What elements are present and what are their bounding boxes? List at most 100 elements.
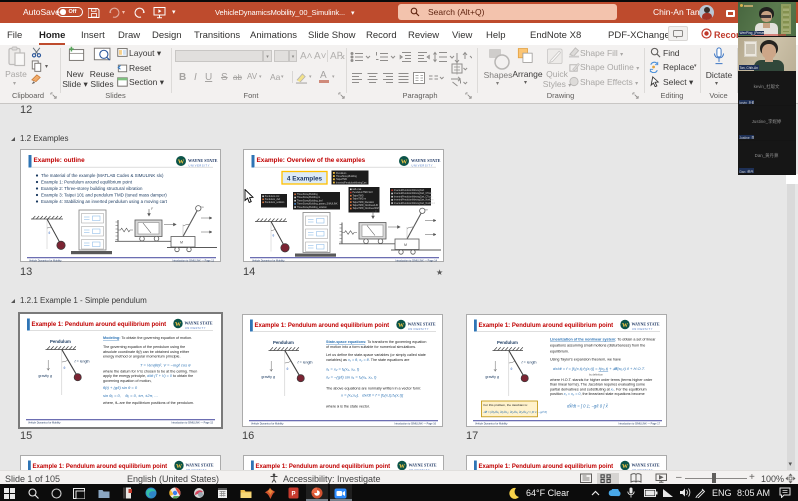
svg-text:WAYNE STATE: WAYNE STATE [632, 322, 660, 327]
svg-text:ThreeStoreyBuilding_solution: ThreeStoreyBuilding_solution [297, 206, 328, 209]
svg-text:Vehicle Dynamics for Mobility: Vehicle Dynamics for Mobility [29, 259, 62, 262]
svg-text:equilibrium.: equilibrium. [550, 350, 569, 354]
svg-text:PendulumTMD.SLX: PendulumTMD.SLX [353, 192, 374, 194]
svg-text:dx̃/dt = [ 0 1; −g/ℓ 0 ] x̃: dx̃/dt = [ 0 1; −g/ℓ 0 ] x̃ [567, 404, 609, 409]
svg-text:partial derivatives and substi: partial derivatives and substituting at … [550, 387, 647, 391]
svg-text:InvertedPendulumMovingCart_CTc: InvertedPendulumMovingCart_CTcals [394, 195, 433, 198]
svg-text:where H.O.T. stands for higher: where H.O.T. stands for higher order ter… [550, 378, 653, 382]
svg-text:Vehicle Dynamics for Mobility: Vehicle Dynamics for Mobility [252, 259, 285, 262]
svg-text:WAYNE STATE: WAYNE STATE [188, 158, 218, 163]
svg-text:position x₁ = x₂ = 0, the line: position x₁ = x₂ = 0, the linearized sta… [550, 392, 645, 396]
svg-text:Pendulum: Pendulum [273, 340, 294, 345]
svg-text:TaipeiTMD: TaipeiTMD [353, 195, 364, 197]
svg-text:m: m [201, 205, 204, 209]
svg-text:ℓ = length: ℓ = length [521, 361, 537, 365]
svg-text:ẋ₁ = x₂ = f₁(x₁, x₂, t): ẋ₁ = x₂ = f₁(x₁, x₂, t) [325, 367, 360, 372]
svg-text:Introduction to SIMULINK — P: Introduction to SIMULINK — Page 17 [618, 422, 660, 425]
svg-text:Pendulum_dwf: Pendulum_dwf [265, 199, 281, 201]
svg-text:Vehicle Dynamics for Mobility: Vehicle Dynamics for Mobility [251, 422, 284, 425]
svg-text:W: W [622, 323, 628, 329]
svg-text:TaipeiTMD.m: TaipeiTMD.m [353, 199, 367, 201]
svg-text:ℓ = length: ℓ = length [74, 360, 90, 364]
svg-text:Pendulum: Pendulum [336, 173, 346, 175]
svg-text:Example 1: Pendulum around equ: Example 1: Pendulum around equilibrium p… [41, 180, 133, 185]
svg-text:W: W [401, 159, 408, 166]
svg-text:Example 4: Stabilizing an inve: Example 4: Stabilizing an inverted pendu… [41, 199, 168, 204]
svg-text:M: M [404, 243, 407, 247]
svg-text:of motion into a form suitable: of motion into a form suitable for numer… [326, 345, 416, 349]
svg-text:F: F [151, 207, 154, 211]
svg-text:by definition: by definition [589, 372, 603, 376]
svg-text:For this problem, the Jacobian: For this problem, the Jacobian is: [484, 403, 528, 407]
svg-text:Pendulum: Pendulum [50, 339, 71, 344]
svg-text:Introduction to SIMULINK — P: Introduction to SIMULINK — Page 15 [171, 421, 213, 424]
svg-text:ẋ₂ = −(g/ℓ) sin x₁ = f₂(x₁, x: ẋ₂ = −(g/ℓ) sin x₁ = f₂(x₁, x₂, t) [325, 375, 377, 380]
svg-text:M: M [180, 241, 183, 245]
svg-text:InvertedPendulumMovingCart: InvertedPendulumMovingCart [336, 181, 367, 184]
svg-text:Linearization of the nonlinear: Linearization of the nonlinear system: T… [550, 338, 656, 342]
svg-text:WAYNE STATE: WAYNE STATE [632, 463, 660, 468]
svg-text:m: m [425, 208, 428, 212]
svg-text:Example 1: Pendulum around equ: Example 1: Pendulum around equilibrium p… [479, 323, 614, 329]
svg-text:UNIVERSITY: UNIVERSITY [189, 164, 211, 168]
svg-text:x = [x₁;x₂], dx/dt = f = [f₁: x = [x₁;x₂], dx/dt = f = [f₁(x,t);f₂(x,t… [340, 393, 404, 398]
svg-text:θ: θ [273, 234, 275, 238]
svg-text:equations assuming small motio: equations assuming small motions (distur… [550, 344, 645, 348]
svg-text:Example: Overview of the examp: Example: Overview of the examples [257, 157, 366, 164]
svg-text:UNIVERSITY: UNIVERSITY [632, 328, 653, 331]
svg-text:Introduction to SIMULINK — P: Introduction to SIMULINK — Page 13 [172, 259, 214, 262]
svg-text:Let us define the state-space: Let us define the state-space variables … [326, 353, 426, 357]
svg-text:P: P [291, 492, 295, 498]
svg-text:UNIVERSITY: UNIVERSITY [185, 327, 206, 330]
svg-text:TaipeiTMD_NonlinearLIN: TaipeiTMD_NonlinearLIN [353, 204, 379, 207]
svg-text:W: W [399, 464, 405, 470]
svg-text:apply the energy principle, d/: apply the energy principle, d/dt (T + V)… [103, 374, 193, 378]
svg-text:θ̈(t) + (g/ℓ) sin θ = 0: θ̈(t) + (g/ℓ) sin θ = 0 [103, 385, 138, 390]
svg-text:Example 1: Pendulum around equ: Example 1: Pendulum around equilibrium p… [479, 464, 614, 470]
svg-text:TaipeiTMD: TaipeiTMD [336, 179, 347, 181]
svg-text:W: W [398, 323, 404, 329]
svg-text:InvertedPendulumMovingCart_CTc: InvertedPendulumMovingCart_CTcalc [394, 192, 433, 195]
svg-text:InvertedPendulumMovingCart_Non: InvertedPendulumMovingCart_NonDim [394, 199, 434, 202]
svg-text:W: W [178, 159, 185, 166]
svg-text:InvertedPendulumMovingCart_Non: InvertedPendulumMovingCart_NonDim2 [394, 202, 436, 205]
svg-text:Example 1: Pendulum around equ: Example 1: Pendulum around equilibrium p… [32, 322, 167, 328]
svg-text:T = ½m(ℓθ̇)², V = −mgℓ cos θ: T = ½m(ℓθ̇)², V = −mgℓ cos θ [140, 363, 191, 368]
svg-text:energy method or angular momen: energy method or angular momentum princi… [103, 355, 180, 359]
svg-text:than linear terms). The Jacob: than linear terms). The Jacobian require… [550, 383, 645, 387]
svg-text:Example 2: Three-storey buildi: Example 2: Three-storey building structu… [41, 186, 143, 191]
svg-text:governing equation of motion,: governing equation of motion, [103, 379, 152, 383]
svg-text:Introduction to SIMULINK — P: Introduction to SIMULINK — Page 16 [394, 422, 436, 425]
svg-text:dx/dt = f = [f₁(x,t);f₂(x,t)]: dx/dt = f = [f₁(x,t);f₂(x,t)] = f(xₒ,t) … [553, 366, 645, 371]
svg-text:4 Examples: 4 Examples [287, 176, 323, 183]
svg-text:Modeling: To obtain the gover: Modeling: To obtain the governing equati… [103, 336, 192, 340]
svg-text:WAYNE STATE: WAYNE STATE [186, 463, 214, 468]
svg-text:WAYNE STATE: WAYNE STATE [185, 321, 213, 326]
svg-text:Vehicle Dynamics for Mobility: Vehicle Dynamics for Mobility [475, 422, 508, 425]
svg-text:Example: outline: Example: outline [34, 157, 86, 164]
svg-text:absolute coordinate θ(t) can b: absolute coordinate θ(t) can be obtained… [103, 350, 190, 354]
svg-text:Vehicle Dynamics for Mobility: Vehicle Dynamics for Mobility [28, 421, 61, 424]
svg-text:The material of the example (M: The material of the example (MATLAB Code… [41, 173, 164, 178]
svg-text:θ: θ [511, 367, 513, 371]
svg-text:WAYNE STATE: WAYNE STATE [411, 158, 441, 163]
svg-text:Using Taylor's expansion theor: Using Taylor's expansion theorem, we hav… [550, 358, 621, 362]
svg-text:Pendulum_solution: Pendulum_solution [265, 201, 285, 204]
svg-text:Example 1: Pendulum around equ: Example 1: Pendulum around equilibrium p… [256, 464, 391, 470]
svg-text:W: W [176, 464, 182, 470]
svg-text:Example 1: Pendulum around equ: Example 1: Pendulum around equilibrium p… [33, 464, 168, 470]
svg-text:InvertedPendulumMovingCart: InvertedPendulumMovingCart [394, 189, 425, 192]
svg-text:State-space equations: To tra: State-space equations: To transform the … [326, 340, 426, 344]
svg-text:W: W [175, 322, 181, 328]
svg-text:The governing equation of the: The governing equation of the pendulum u… [103, 345, 185, 349]
svg-text:θ: θ [287, 367, 289, 371]
svg-text:sin θₒ = 0, θₒ = 0, ±π, ±2π: sin θₒ = 0, θₒ = 0, ±π, ±2π, ... [103, 393, 158, 398]
svg-text:Example 3: Taipei 101 and pend: Example 3: Taipei 101 and pendulum TMD (… [41, 193, 167, 198]
svg-text:where x is the state vector.: where x is the state vector. [326, 405, 370, 409]
svg-text:gravity g: gravity g [261, 375, 275, 379]
svg-text:ThreeStoreyBuilding: ThreeStoreyBuilding [297, 193, 319, 196]
svg-text:gravity g: gravity g [485, 375, 499, 379]
svg-text:taifL.mat: taifL.mat [353, 188, 362, 191]
svg-text:𝓑f = [∂f₁/∂x₁ ∂f₁/∂x₂; ∂f₂/∂x: 𝓑f = [∂f₁/∂x₁ ∂f₁/∂x₂; ∂f₂/∂x₁ ∂f₂/∂x₂] … [484, 410, 548, 414]
svg-text:θ: θ [49, 231, 51, 235]
